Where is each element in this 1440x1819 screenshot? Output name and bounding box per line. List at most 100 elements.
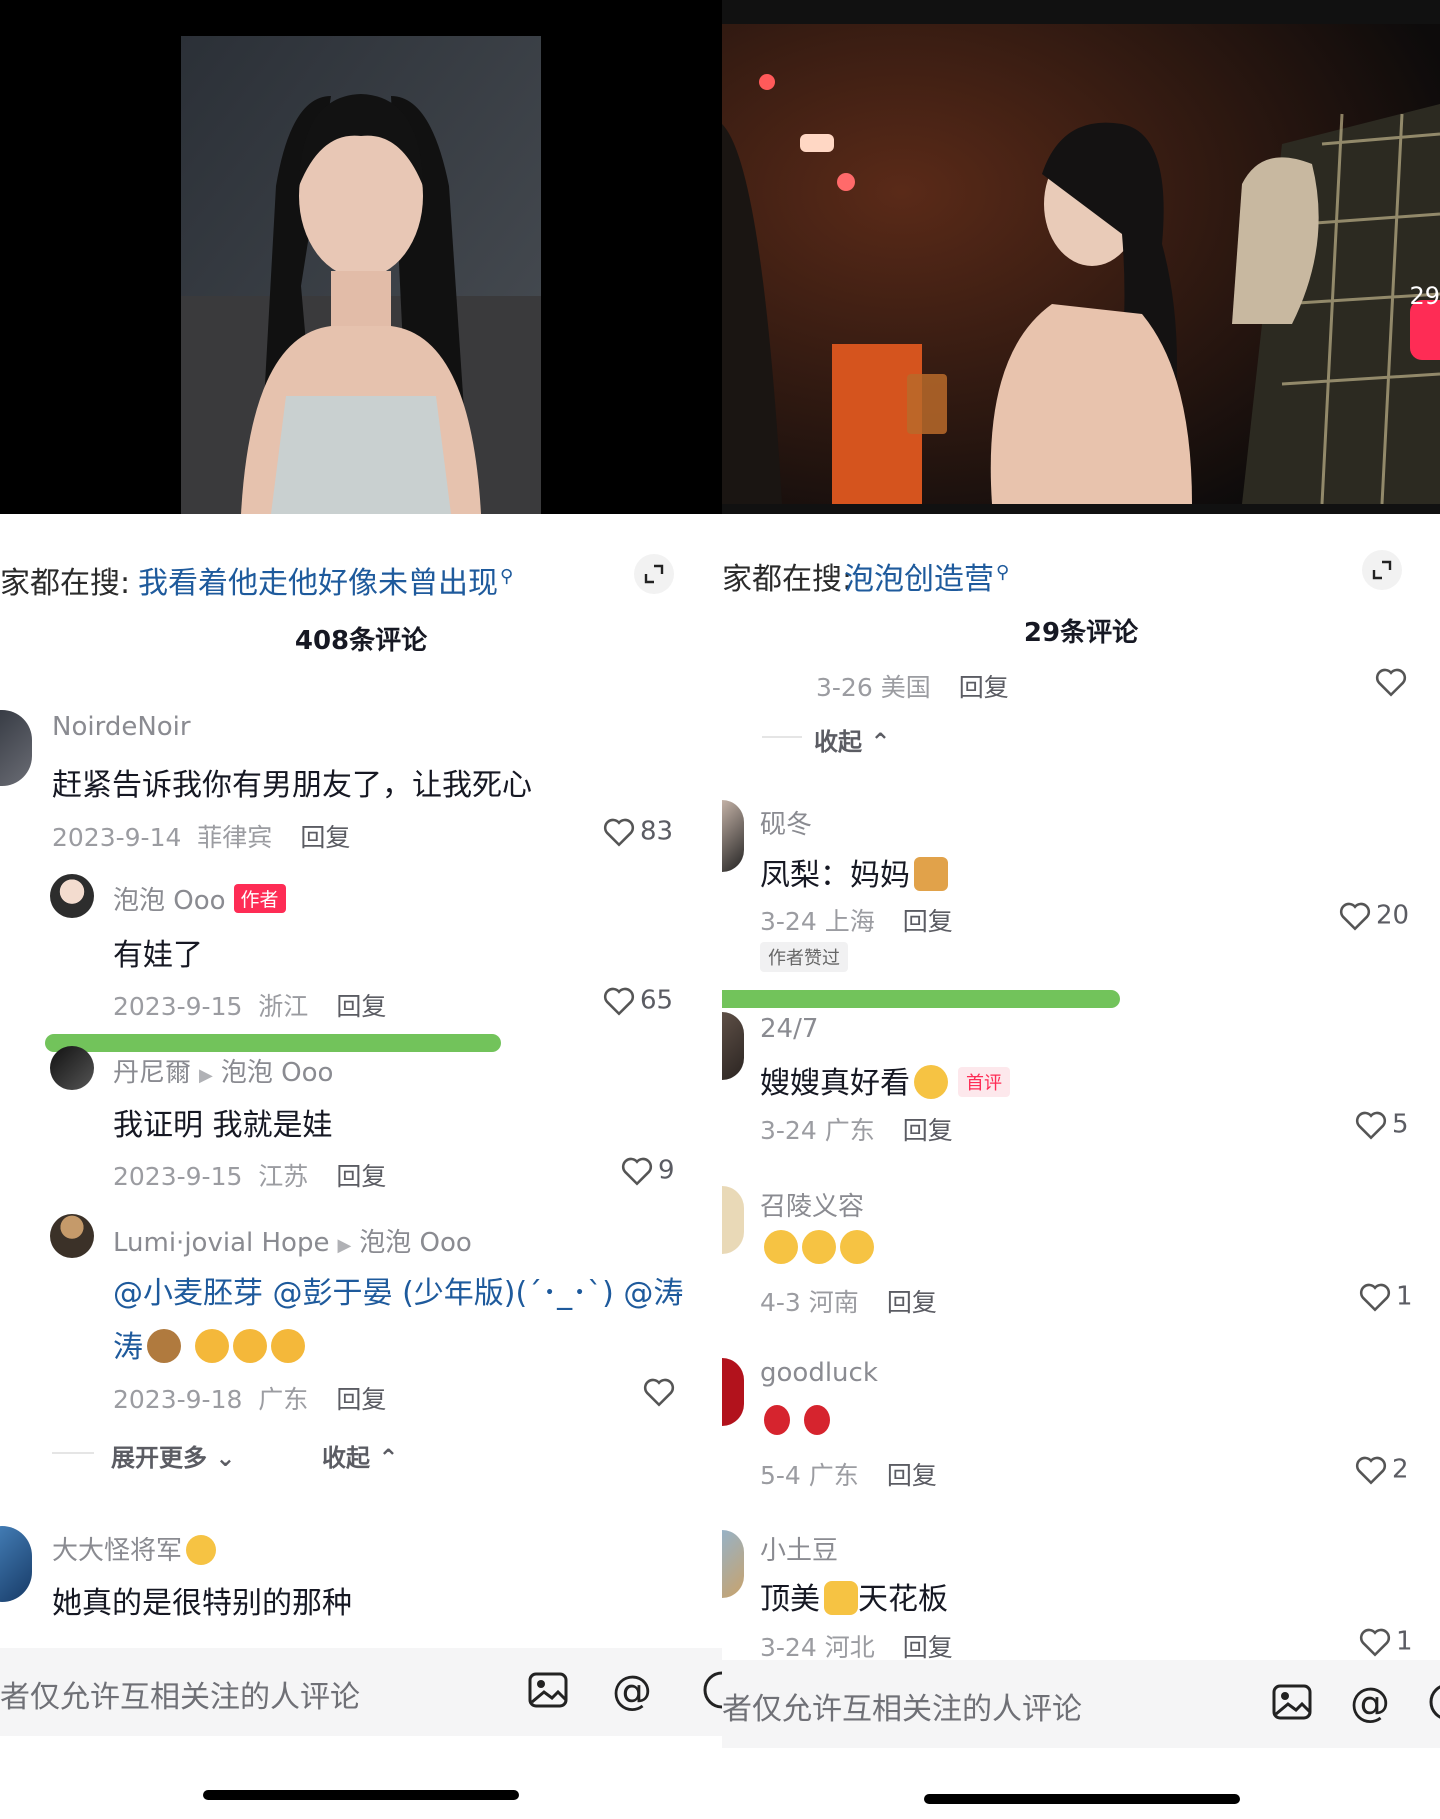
comment-username[interactable]: 砚冬	[760, 804, 812, 841]
comment-mention-text[interactable]: @小麦胚芽 @彭于晏 (少年版)(´･_･`) @涛	[113, 1268, 722, 1312]
search-mini-icon: ⚲	[996, 562, 1010, 583]
comment-username[interactable]: 大大怪将军	[52, 1530, 217, 1567]
reply-button[interactable]: 回复	[887, 1461, 937, 1490]
expand-icon	[1372, 560, 1392, 580]
first-comment-badge: 首评	[958, 1067, 1010, 1097]
like-button[interactable]: 83	[602, 816, 673, 848]
reply-button[interactable]: 回复	[300, 823, 350, 852]
avatar[interactable]	[722, 1012, 744, 1080]
comment-text[interactable]: 赶紧告诉我你有男朋友了，让我死心	[52, 760, 532, 804]
heart-icon	[1375, 668, 1407, 697]
image-icon	[1272, 1684, 1312, 1720]
avatar[interactable]	[722, 1186, 744, 1254]
comment-meta: 3-24 广东 回复	[760, 1116, 953, 1145]
like-button[interactable]: 9	[620, 1155, 675, 1187]
search-suggestion-row[interactable]: 家都在搜: 我看着他走他好像未曾出现 ⚲	[0, 548, 722, 608]
like-button[interactable]: 20	[1338, 900, 1409, 932]
comment-username[interactable]: NoirdeNoir	[52, 712, 191, 742]
like-button[interactable]	[642, 1376, 680, 1408]
mention-button[interactable]: @	[610, 1668, 654, 1714]
reply-button[interactable]: 回复	[959, 673, 1009, 702]
reply-button[interactable]: 回复	[903, 1633, 953, 1662]
right-video-photo	[722, 24, 1440, 504]
home-indicator[interactable]	[924, 1794, 1240, 1804]
expand-more-button[interactable]: 展开更多 ⌄	[111, 1438, 235, 1473]
highlight-stroke	[45, 1034, 501, 1052]
image-button[interactable]	[1270, 1680, 1314, 1724]
like-button[interactable]	[1374, 666, 1412, 698]
svg-text:@: @	[1350, 1680, 1390, 1724]
reply-button[interactable]: 回复	[903, 907, 953, 936]
comment-username[interactable]: 24/7	[760, 1014, 818, 1044]
reply-button[interactable]: 回复	[903, 1116, 953, 1145]
emoji-icon	[186, 1535, 217, 1565]
emoji-icon	[703, 1671, 722, 1709]
comment-text[interactable]: 嫂嫂真好看 首评	[760, 1058, 1010, 1102]
comment-username[interactable]: 召陵义容	[760, 1186, 864, 1223]
avatar[interactable]	[722, 800, 744, 872]
right-video-area[interactable]: 29	[722, 0, 1440, 514]
avatar[interactable]	[0, 710, 32, 786]
comment-username[interactable]: 泡泡 Ooo 作者	[113, 880, 286, 917]
left-video-photo	[181, 36, 541, 514]
clap-emoji-icon	[840, 1230, 874, 1264]
like-button[interactable]: 65	[602, 985, 673, 1017]
comment-input-bar[interactable]: 者仅允许互相关注的人评论 @	[722, 1660, 1440, 1748]
like-button[interactable]: 2	[1354, 1454, 1409, 1486]
emoji-button[interactable]	[700, 1668, 722, 1712]
chevron-up-icon: ⌃	[378, 1444, 399, 1472]
avatar[interactable]	[0, 1526, 32, 1602]
home-indicator[interactable]	[203, 1790, 519, 1800]
like-button[interactable]: 1	[1358, 1281, 1413, 1313]
heart-icon	[1359, 1628, 1391, 1657]
heart-icon	[1355, 1456, 1387, 1485]
right-screenshot-panel: 29 家都在搜: 泡泡创造营 ⚲ 29条评论 3-26 美国 回复 收起 ⌃ 砚冬 …	[722, 0, 1440, 1819]
comment-meta: 2023-9-14 菲律宾 回复	[52, 823, 351, 852]
heart-icon	[1355, 1111, 1387, 1140]
expand-button[interactable]	[634, 554, 674, 594]
heart-icon	[621, 1157, 653, 1186]
comment-text[interactable]: 我证明 我就是娃	[113, 1100, 333, 1144]
left-video-area[interactable]	[0, 0, 722, 514]
reply-button[interactable]: 回复	[336, 992, 386, 1021]
like-button[interactable]: 1	[1358, 1626, 1413, 1658]
emoji-button[interactable]	[1426, 1680, 1440, 1724]
collapse-button[interactable]: 收起 ⌃	[814, 722, 890, 757]
comment-text[interactable]: 凤梨：妈妈	[760, 850, 948, 894]
comment-meta: 2023-9-15 江苏 回复	[113, 1162, 387, 1191]
avatar[interactable]	[50, 1214, 94, 1258]
comment-username[interactable]: Lumi·jovial Hope ▶ 泡泡 Ooo	[113, 1222, 472, 1259]
reply-button[interactable]: 回复	[336, 1385, 386, 1414]
comment-input[interactable]: 者仅允许互相关注的人评论	[722, 1684, 1082, 1728]
comment-input[interactable]: 者仅允许互相关注的人评论	[0, 1672, 360, 1716]
heart-icon	[603, 818, 635, 847]
comment-text[interactable]: 顶美 天花板	[760, 1574, 948, 1618]
comment-text-line2[interactable]: 涛	[113, 1322, 305, 1366]
comment-text[interactable]	[760, 1230, 874, 1266]
collapse-button[interactable]: 收起 ⌃	[322, 1438, 398, 1473]
rose-emoji-icon	[804, 1405, 830, 1435]
comment-text[interactable]	[760, 1402, 830, 1437]
expand-button[interactable]	[1362, 550, 1402, 590]
search-prefix: 家都在搜:	[0, 566, 131, 601]
comment-meta: 3-24 上海 回复	[760, 907, 953, 936]
avatar[interactable]	[50, 874, 94, 918]
like-button[interactable]: 5	[1354, 1109, 1409, 1141]
search-term-link[interactable]: 我看着他走他好像未曾出现 ⚲	[138, 558, 513, 602]
mention-button[interactable]: @	[1348, 1680, 1392, 1726]
comment-text[interactable]: 有娃了	[113, 930, 203, 974]
like-count: 5	[1392, 1109, 1409, 1140]
search-term-link[interactable]: 泡泡创造营 ⚲	[844, 554, 1009, 598]
reply-button[interactable]: 回复	[887, 1288, 937, 1317]
comment-text[interactable]: 她真的是很特别的那种	[52, 1578, 352, 1622]
image-button[interactable]	[526, 1668, 570, 1712]
avatar[interactable]	[722, 1358, 744, 1426]
comment-username[interactable]: 小土豆	[760, 1530, 838, 1567]
avatar[interactable]	[722, 1530, 744, 1598]
search-suggestion-row[interactable]: 家都在搜: 泡泡创造营 ⚲	[722, 544, 1440, 604]
comment-username[interactable]: goodluck	[760, 1358, 878, 1388]
comment-input-bar[interactable]: 者仅允许互相关注的人评论 @	[0, 1648, 722, 1736]
reply-button[interactable]: 回复	[336, 1162, 386, 1191]
avatar[interactable]	[50, 1046, 94, 1090]
comment-username[interactable]: 丹尼爾 ▶ 泡泡 Ooo	[113, 1052, 333, 1089]
